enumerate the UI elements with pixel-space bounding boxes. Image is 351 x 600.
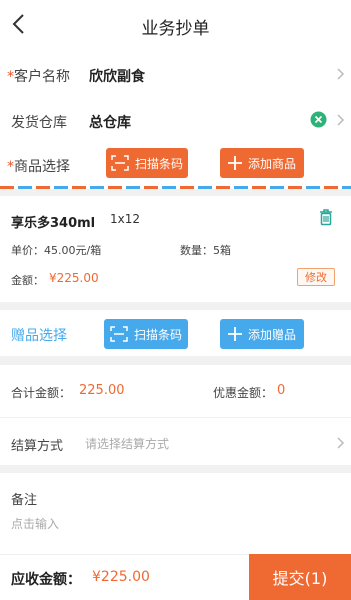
quantity: 数量：5箱: [180, 244, 231, 257]
customer-row[interactable]: *客户名称 欣欣副食: [0, 50, 351, 98]
goods-label: *商品选择: [7, 159, 70, 175]
settlement-placeholder: 请选择结算方式: [85, 437, 170, 451]
add-goods-label: 添加商品: [247, 156, 296, 171]
receivable-label: 应收金额：: [11, 572, 81, 588]
scan-icon: [111, 155, 129, 171]
scan-barcode-label: 扫描条码: [134, 156, 183, 171]
receivable-value: ¥225.00: [92, 569, 150, 585]
chevron-right-icon: [337, 68, 345, 80]
edit-button[interactable]: 修改: [297, 268, 335, 286]
add-gift-label: 添加赠品: [247, 327, 296, 342]
scan-gift-button[interactable]: 扫描条码: [104, 319, 188, 349]
add-gift-button[interactable]: 添加赠品: [220, 319, 304, 349]
scan-barcode-button[interactable]: 扫描条码: [106, 148, 188, 178]
gift-label: 赠品选择: [11, 328, 67, 344]
total-value: 225.00: [79, 383, 125, 398]
warehouse-label: 发货仓库: [11, 115, 67, 131]
submit-button[interactable]: 提交(1): [249, 554, 351, 600]
add-goods-button[interactable]: 添加商品: [220, 148, 304, 178]
goods-row: *商品选择 扫描条码 添加商品: [0, 144, 351, 186]
remark-section: 备注 点击输入: [0, 473, 351, 554]
divider-stripe: [0, 186, 351, 189]
totals-row: 合计金额： 225.00 优惠金额： 0: [0, 365, 351, 417]
product-name: 享乐多340ml: [11, 216, 96, 231]
scan-icon: [110, 326, 128, 342]
product-pack: 1x12: [110, 212, 141, 226]
customer-label: *客户名称: [7, 69, 70, 85]
warehouse-row[interactable]: 发货仓库 总仓库: [0, 98, 351, 144]
discount-label: 优惠金额：: [213, 386, 274, 400]
amount-value: ¥225.00: [49, 271, 99, 285]
gift-row: 赠品选择 扫描条码 添加赠品: [0, 310, 351, 356]
amount-label: 金额：: [11, 274, 44, 287]
chevron-right-icon: [337, 437, 345, 449]
remark-label: 备注: [11, 493, 38, 508]
unit-price: 单价：45.00元/箱: [11, 244, 102, 257]
plus-icon: [227, 156, 242, 170]
customer-value: 欣欣副食: [89, 69, 145, 85]
warehouse-value: 总仓库: [89, 115, 131, 131]
remark-input[interactable]: 点击输入: [11, 515, 59, 532]
discount-value: 0: [277, 383, 286, 398]
page-title: 业务抄单: [141, 19, 210, 39]
delete-icon[interactable]: [319, 209, 333, 226]
plus-icon: [227, 327, 242, 341]
header: 业务抄单: [0, 0, 351, 50]
clear-icon[interactable]: [310, 111, 327, 128]
settlement-label: 结算方式: [11, 439, 64, 454]
chevron-right-icon: [337, 114, 345, 126]
product-item: 享乐多340ml 1x12 单价：45.00元/箱 数量：5箱 金额： ¥225…: [0, 196, 351, 302]
settlement-row[interactable]: 结算方式 请选择结算方式: [0, 417, 351, 465]
total-label: 合计金额：: [11, 386, 72, 400]
scan-gift-label: 扫描条码: [133, 327, 182, 342]
